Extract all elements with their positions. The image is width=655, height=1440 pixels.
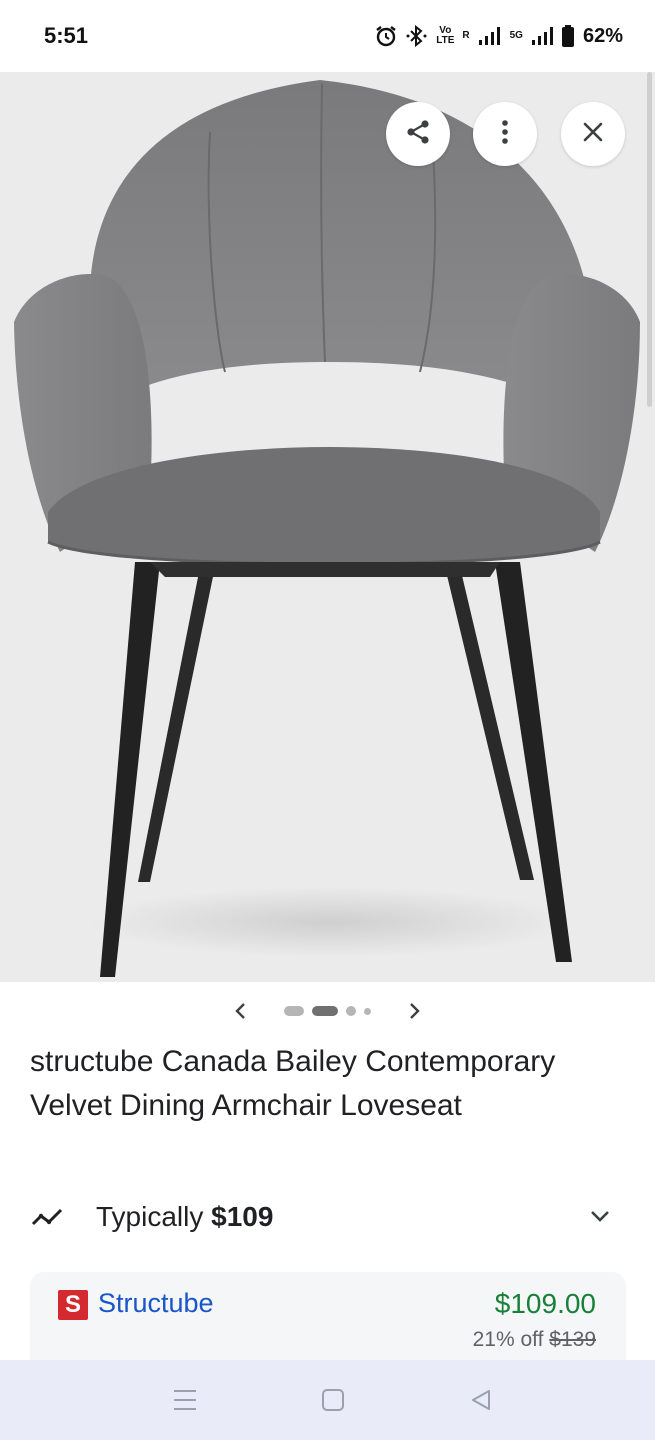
system-nav-bar <box>0 1360 655 1440</box>
product-image[interactable] <box>0 72 655 982</box>
back-icon <box>472 1390 490 1410</box>
offer-discount: 21% off $139 <box>473 1328 596 1352</box>
product-title: structube Canada Bailey Contemporary Vel… <box>30 1045 556 1122</box>
typical-price: Typically $109 <box>96 1201 273 1233</box>
5g-label: 5G <box>509 30 523 41</box>
price-insight-row[interactable]: Typically $109 <box>30 1192 626 1242</box>
back-button[interactable] <box>466 1386 496 1414</box>
signal-icon <box>478 26 502 46</box>
store-logo: S <box>58 1290 88 1320</box>
more-options-button[interactable] <box>473 102 537 166</box>
volte-bottom-label: LTE <box>436 35 455 46</box>
offer-price: $109.00 <box>494 1288 596 1319</box>
home-icon <box>322 1389 344 1411</box>
chair-illustration <box>14 80 640 977</box>
pager-dot[interactable] <box>284 1006 304 1016</box>
recents-icon <box>174 1390 196 1410</box>
status-time: 5:51 <box>44 23 89 48</box>
pager-dots <box>284 1006 371 1016</box>
pager-dot[interactable] <box>346 1006 356 1016</box>
image-scrollbar[interactable] <box>647 72 652 407</box>
chevron-right-icon <box>410 1003 420 1019</box>
share-button[interactable] <box>386 102 450 166</box>
signal-5g-icon <box>531 26 553 46</box>
original-price: $139 <box>549 1328 596 1351</box>
trend-icon <box>31 1208 63 1226</box>
more-vert-icon <box>501 119 509 150</box>
close-icon <box>582 121 604 148</box>
battery-icon <box>561 24 575 48</box>
recents-button[interactable] <box>170 1386 200 1414</box>
typical-label: Typically <box>96 1201 204 1232</box>
bluetooth-icon <box>406 24 428 48</box>
chevron-down-icon[interactable] <box>588 1204 612 1228</box>
chevron-left-icon <box>235 1003 245 1019</box>
previous-image-button[interactable] <box>228 998 254 1024</box>
share-icon <box>404 118 432 151</box>
status-bar: 5:51 Vo LTE R 5G 62% <box>0 0 655 72</box>
typical-value: $109 <box>211 1201 274 1232</box>
status-icons: Vo LTE R 5G 62% <box>374 24 623 48</box>
home-button[interactable] <box>318 1386 348 1414</box>
pager-dot[interactable] <box>364 1007 371 1015</box>
battery-level: 62% <box>582 24 623 47</box>
discount-label: 21% off <box>472 1328 544 1351</box>
next-image-button[interactable] <box>401 998 427 1024</box>
volte-indicator: Vo LTE <box>436 26 454 46</box>
alarm-icon <box>374 24 398 48</box>
close-button[interactable] <box>561 102 625 166</box>
image-pager <box>0 998 655 1024</box>
roaming-label: R <box>462 30 470 41</box>
pager-dot-active[interactable] <box>312 1006 338 1016</box>
store-name[interactable]: Structube <box>98 1288 214 1319</box>
